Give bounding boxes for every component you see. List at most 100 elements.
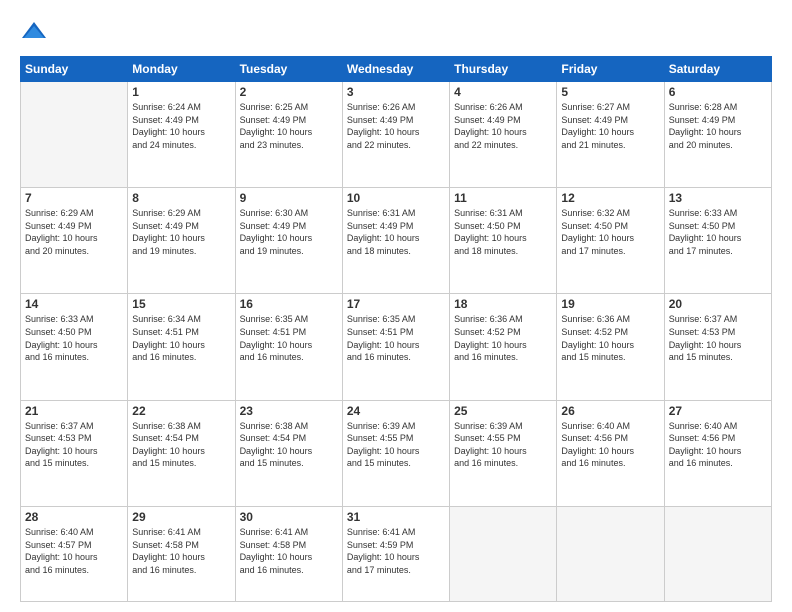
calendar-header-row: SundayMondayTuesdayWednesdayThursdayFrid… [21, 57, 772, 82]
calendar-cell: 3Sunrise: 6:26 AM Sunset: 4:49 PM Daylig… [342, 82, 449, 188]
calendar-cell [664, 506, 771, 601]
day-number: 6 [669, 85, 767, 99]
day-number: 28 [25, 510, 123, 524]
logo [20, 18, 52, 46]
calendar-cell: 30 Sunrise: 6:41 AM Sunset: 4:58 PM Dayli… [235, 506, 342, 601]
day-info: Sunrise: 6:25 AM Sunset: 4:49 PM Dayligh… [240, 101, 338, 151]
day-info: Sunrise: 6:35 AM Sunset: 4:51 PM Dayligh… [347, 313, 445, 363]
day-info: Sunrise: 6:39 AM Sunset: 4:55 PM Dayligh… [454, 420, 552, 470]
calendar-table: SundayMondayTuesdayWednesdayThursdayFrid… [20, 56, 772, 602]
day-header-wednesday: Wednesday [342, 57, 449, 82]
week-row-2: 7 Sunrise: 6:29 AM Sunset: 4:49 PM Daylig… [21, 188, 772, 294]
day-info: Sunrise: 6:28 AM Sunset: 4:49 PM Dayligh… [669, 101, 767, 151]
day-number: 5 [561, 85, 659, 99]
day-info: Sunrise: 6:26 AM Sunset: 4:49 PM Dayligh… [454, 101, 552, 151]
day-number: 15 [132, 297, 230, 311]
calendar-cell: 8 Sunrise: 6:29 AM Sunset: 4:49 PM Daylig… [128, 188, 235, 294]
day-info: Sunrise: 6:34 AM Sunset: 4:51 PM Dayligh… [132, 313, 230, 363]
calendar-cell: 29 Sunrise: 6:41 AM Sunset: 4:58 PM Dayli… [128, 506, 235, 601]
day-info: Sunrise: 6:39 AM Sunset: 4:55 PM Dayligh… [347, 420, 445, 470]
day-number: 19 [561, 297, 659, 311]
day-number: 1 [132, 85, 230, 99]
day-header-friday: Friday [557, 57, 664, 82]
day-number: 16 [240, 297, 338, 311]
day-header-thursday: Thursday [450, 57, 557, 82]
calendar-cell: 24 Sunrise: 6:39 AM Sunset: 4:55 PM Dayli… [342, 400, 449, 506]
day-number: 9 [240, 191, 338, 205]
day-number: 26 [561, 404, 659, 418]
day-info: Sunrise: 6:38 AM Sunset: 4:54 PM Dayligh… [132, 420, 230, 470]
calendar-cell: 4Sunrise: 6:26 AM Sunset: 4:49 PM Daylig… [450, 82, 557, 188]
day-info: Sunrise: 6:36 AM Sunset: 4:52 PM Dayligh… [454, 313, 552, 363]
calendar-cell: 10 Sunrise: 6:31 AM Sunset: 4:49 PM Dayli… [342, 188, 449, 294]
calendar-cell: 6 Sunrise: 6:28 AM Sunset: 4:49 PM Daylig… [664, 82, 771, 188]
week-row-1: 1Sunrise: 6:24 AM Sunset: 4:49 PM Daylig… [21, 82, 772, 188]
calendar-cell: 26Sunrise: 6:40 AM Sunset: 4:56 PM Dayli… [557, 400, 664, 506]
day-number: 8 [132, 191, 230, 205]
day-info: Sunrise: 6:41 AM Sunset: 4:58 PM Dayligh… [240, 526, 338, 576]
day-number: 14 [25, 297, 123, 311]
day-info: Sunrise: 6:37 AM Sunset: 4:53 PM Dayligh… [669, 313, 767, 363]
day-number: 10 [347, 191, 445, 205]
week-row-3: 14 Sunrise: 6:33 AM Sunset: 4:50 PM Dayli… [21, 294, 772, 400]
day-number: 12 [561, 191, 659, 205]
calendar-cell: 7 Sunrise: 6:29 AM Sunset: 4:49 PM Daylig… [21, 188, 128, 294]
day-number: 21 [25, 404, 123, 418]
day-header-monday: Monday [128, 57, 235, 82]
calendar-cell: 15 Sunrise: 6:34 AM Sunset: 4:51 PM Dayli… [128, 294, 235, 400]
day-info: Sunrise: 6:31 AM Sunset: 4:49 PM Dayligh… [347, 207, 445, 257]
calendar-cell: 13 Sunrise: 6:33 AM Sunset: 4:50 PM Dayli… [664, 188, 771, 294]
day-number: 30 [240, 510, 338, 524]
day-info: Sunrise: 6:41 AM Sunset: 4:59 PM Dayligh… [347, 526, 445, 576]
calendar-cell: 2 Sunrise: 6:25 AM Sunset: 4:49 PM Daylig… [235, 82, 342, 188]
calendar-cell: 14 Sunrise: 6:33 AM Sunset: 4:50 PM Dayli… [21, 294, 128, 400]
day-info: Sunrise: 6:40 AM Sunset: 4:57 PM Dayligh… [25, 526, 123, 576]
calendar-cell: 9 Sunrise: 6:30 AM Sunset: 4:49 PM Daylig… [235, 188, 342, 294]
calendar-cell: 17Sunrise: 6:35 AM Sunset: 4:51 PM Dayli… [342, 294, 449, 400]
calendar-cell [450, 506, 557, 601]
calendar-cell: 20Sunrise: 6:37 AM Sunset: 4:53 PM Dayli… [664, 294, 771, 400]
calendar-cell: 12 Sunrise: 6:32 AM Sunset: 4:50 PM Dayli… [557, 188, 664, 294]
logo-icon [20, 18, 48, 46]
header [20, 18, 772, 46]
day-number: 2 [240, 85, 338, 99]
calendar-cell: 31Sunrise: 6:41 AM Sunset: 4:59 PM Dayli… [342, 506, 449, 601]
calendar-cell [21, 82, 128, 188]
day-info: Sunrise: 6:37 AM Sunset: 4:53 PM Dayligh… [25, 420, 123, 470]
calendar-cell: 16Sunrise: 6:35 AM Sunset: 4:51 PM Dayli… [235, 294, 342, 400]
day-info: Sunrise: 6:38 AM Sunset: 4:54 PM Dayligh… [240, 420, 338, 470]
day-number: 13 [669, 191, 767, 205]
calendar-cell: 5 Sunrise: 6:27 AM Sunset: 4:49 PM Daylig… [557, 82, 664, 188]
calendar-cell: 27 Sunrise: 6:40 AM Sunset: 4:56 PM Dayli… [664, 400, 771, 506]
day-info: Sunrise: 6:41 AM Sunset: 4:58 PM Dayligh… [132, 526, 230, 576]
day-info: Sunrise: 6:36 AM Sunset: 4:52 PM Dayligh… [561, 313, 659, 363]
day-info: Sunrise: 6:32 AM Sunset: 4:50 PM Dayligh… [561, 207, 659, 257]
day-info: Sunrise: 6:40 AM Sunset: 4:56 PM Dayligh… [669, 420, 767, 470]
day-info: Sunrise: 6:29 AM Sunset: 4:49 PM Dayligh… [25, 207, 123, 257]
day-number: 27 [669, 404, 767, 418]
day-info: Sunrise: 6:30 AM Sunset: 4:49 PM Dayligh… [240, 207, 338, 257]
day-info: Sunrise: 6:33 AM Sunset: 4:50 PM Dayligh… [669, 207, 767, 257]
day-header-sunday: Sunday [21, 57, 128, 82]
calendar-page: SundayMondayTuesdayWednesdayThursdayFrid… [0, 0, 792, 612]
day-info: Sunrise: 6:27 AM Sunset: 4:49 PM Dayligh… [561, 101, 659, 151]
week-row-4: 21 Sunrise: 6:37 AM Sunset: 4:53 PM Dayli… [21, 400, 772, 506]
day-number: 18 [454, 297, 552, 311]
day-number: 11 [454, 191, 552, 205]
calendar-cell: 23 Sunrise: 6:38 AM Sunset: 4:54 PM Dayli… [235, 400, 342, 506]
day-number: 22 [132, 404, 230, 418]
calendar-cell: 21 Sunrise: 6:37 AM Sunset: 4:53 PM Dayli… [21, 400, 128, 506]
day-number: 29 [132, 510, 230, 524]
day-number: 3 [347, 85, 445, 99]
day-number: 24 [347, 404, 445, 418]
day-number: 25 [454, 404, 552, 418]
calendar-cell: 22 Sunrise: 6:38 AM Sunset: 4:54 PM Dayli… [128, 400, 235, 506]
calendar-cell: 28 Sunrise: 6:40 AM Sunset: 4:57 PM Dayli… [21, 506, 128, 601]
day-number: 23 [240, 404, 338, 418]
calendar-cell: 25 Sunrise: 6:39 AM Sunset: 4:55 PM Dayli… [450, 400, 557, 506]
day-info: Sunrise: 6:31 AM Sunset: 4:50 PM Dayligh… [454, 207, 552, 257]
day-info: Sunrise: 6:33 AM Sunset: 4:50 PM Dayligh… [25, 313, 123, 363]
day-number: 7 [25, 191, 123, 205]
day-header-tuesday: Tuesday [235, 57, 342, 82]
day-info: Sunrise: 6:29 AM Sunset: 4:49 PM Dayligh… [132, 207, 230, 257]
